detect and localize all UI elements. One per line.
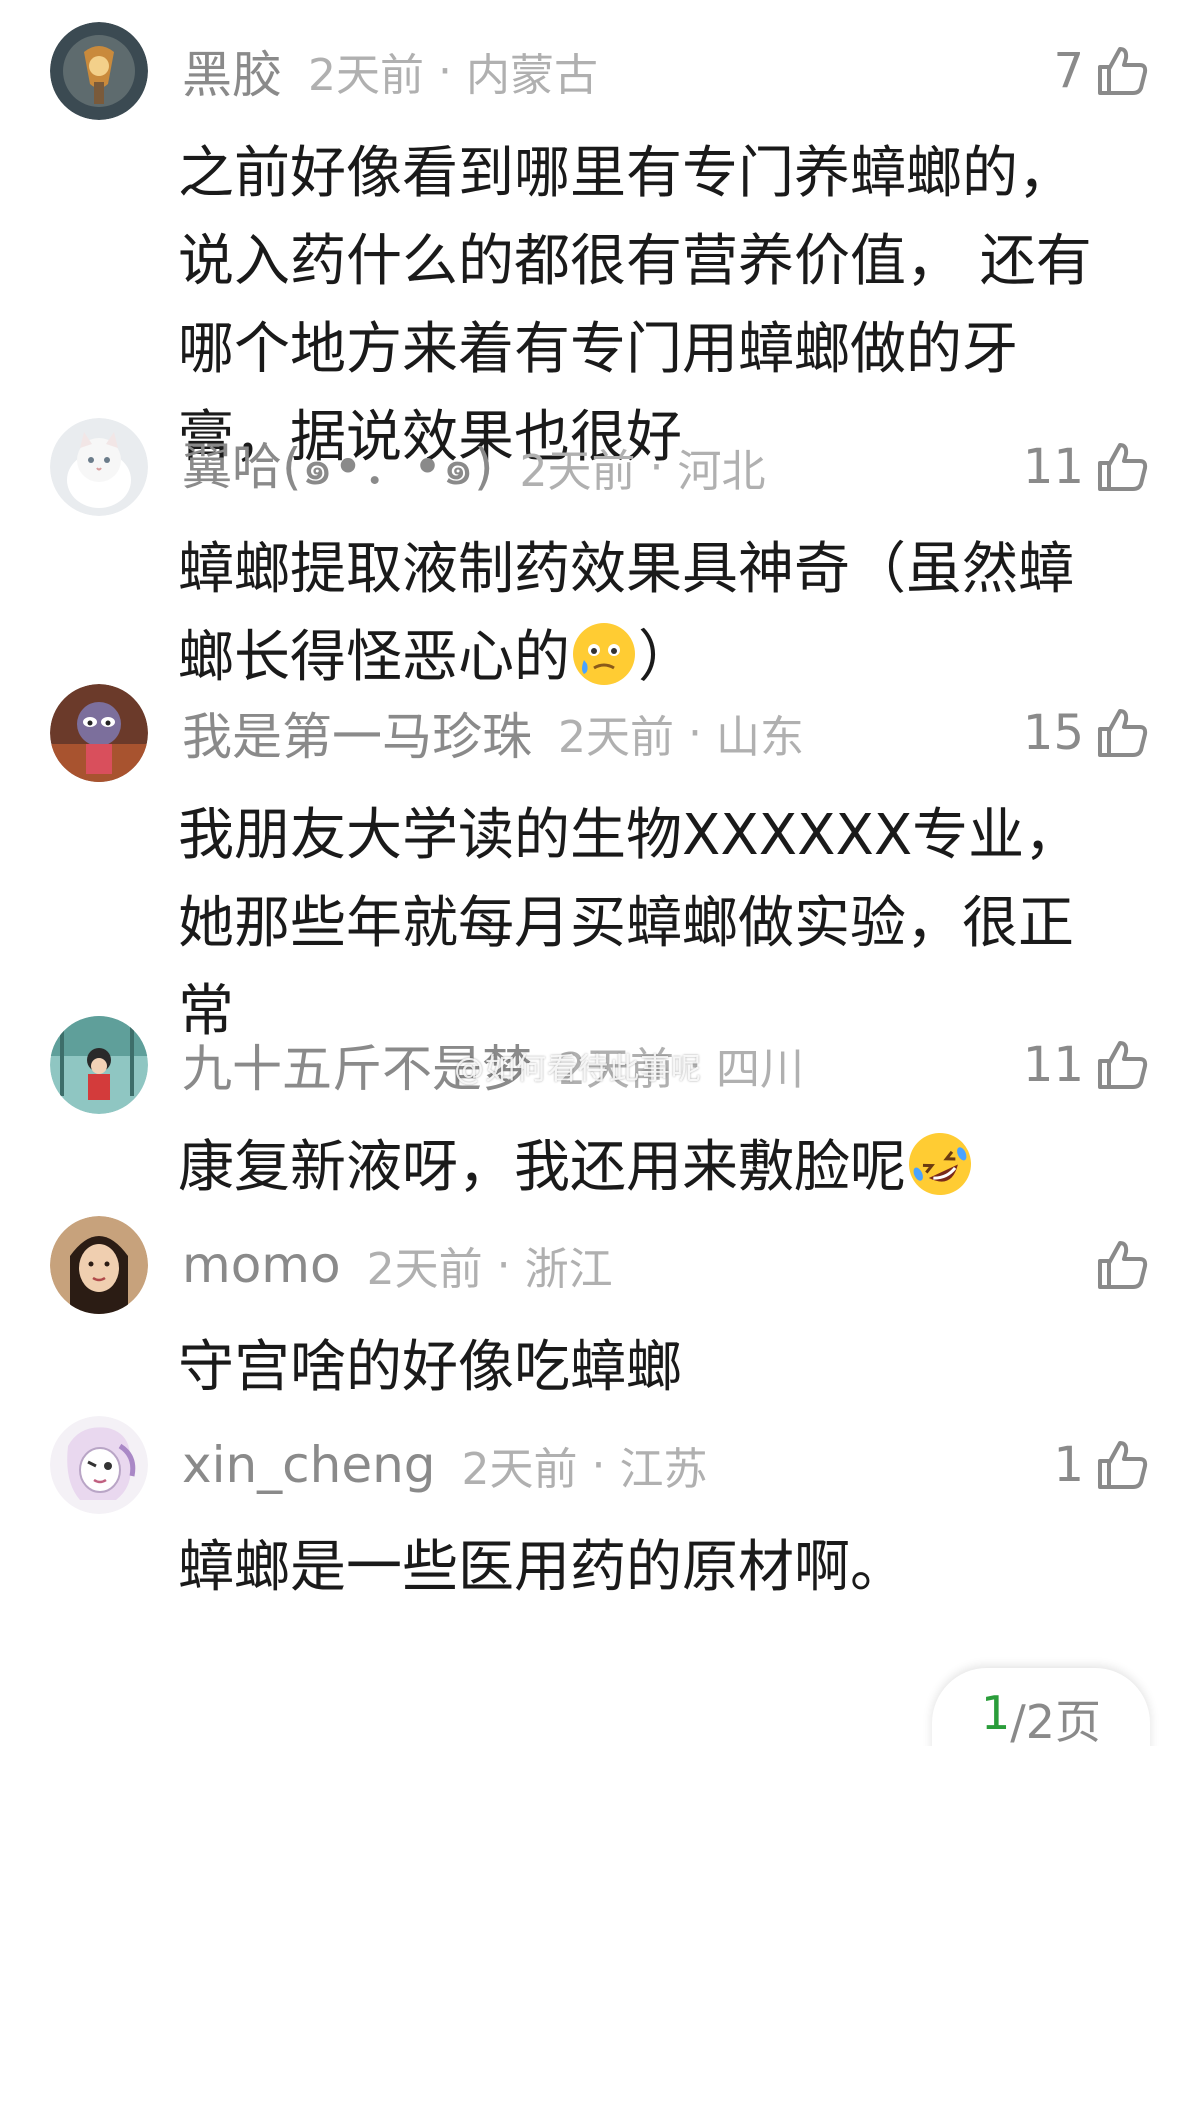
like-count: 11 — [1022, 439, 1084, 495]
comment-location: 内蒙古 — [466, 50, 598, 101]
avatar-image — [50, 22, 148, 120]
avatar[interactable] — [50, 1416, 148, 1514]
comment-location: 河北 — [677, 446, 766, 497]
avatar[interactable] — [50, 1216, 148, 1314]
comment-location: 江苏 — [619, 1444, 708, 1495]
like-button[interactable]: 7 — [1053, 22, 1150, 120]
comment-text: 守宫啥的好像吃蟑螂 — [178, 1335, 682, 1400]
avatar[interactable] — [50, 684, 148, 782]
like-button[interactable] — [1084, 1216, 1150, 1314]
rolling-laughing-emoji — [906, 1130, 974, 1198]
thumbs-up-icon — [1094, 43, 1150, 99]
page-total: /2页 — [1010, 1695, 1102, 1749]
avatar-image — [50, 1016, 148, 1114]
comment-meta: xin_cheng 2天前 · 江苏 — [182, 1416, 708, 1514]
avatar-image — [50, 684, 148, 782]
meta-separator: · — [591, 1439, 606, 1491]
comment-location: 浙江 — [524, 1244, 613, 1295]
comment-meta: 翼哈(๑•．•๑) 2天前 · 河北 — [182, 418, 765, 516]
comment-meta: 我是第一马珍珠 2天前 · 山东 — [182, 684, 804, 782]
thumbs-up-icon — [1094, 1037, 1150, 1093]
comment-time: 2天前 — [308, 50, 424, 101]
pager-bottom-fade — [920, 1746, 1160, 1786]
comment-location: 四川 — [716, 1044, 804, 1095]
comment-location: 山东 — [716, 712, 804, 763]
avatar[interactable] — [50, 418, 148, 516]
meta-separator: · — [438, 45, 452, 97]
avatar[interactable] — [50, 1016, 148, 1114]
comment-time: 2天前 — [558, 712, 674, 763]
comment-text: 蟑螂提取液制药效果具神奇（虽然蟑螂长得怪恶心的） — [178, 526, 1118, 702]
like-button[interactable]: 11 — [1023, 1016, 1150, 1114]
meta-separator: · — [649, 441, 664, 493]
watermark: @如何看待此事呢 — [454, 1052, 702, 1087]
thumbs-up-icon — [1094, 439, 1150, 495]
thumbs-up-icon — [1094, 1237, 1150, 1293]
page-current: 1 — [980, 1686, 1011, 1740]
avatar-image — [50, 1216, 148, 1314]
username[interactable]: 翼哈(๑•．•๑) — [182, 427, 493, 507]
like-count: 15 — [1022, 705, 1084, 761]
comment-text: 蟑螂是一些医用药的原材啊。 — [178, 1535, 906, 1600]
comment-text: 康复新液呀，我还用来敷脸呢 — [178, 1124, 1118, 1212]
meta-separator: · — [496, 1239, 511, 1291]
thumbs-up-icon — [1094, 1437, 1150, 1493]
username[interactable]: 我是第一马珍珠 — [182, 697, 532, 769]
comment-text-tail: ） — [638, 625, 694, 690]
sweat-face-emoji — [570, 620, 638, 688]
thumbs-up-icon — [1094, 705, 1150, 761]
like-button[interactable]: 1 — [1053, 1416, 1150, 1514]
like-count: 7 — [1053, 43, 1084, 99]
comment-time: 2天前 — [461, 1444, 578, 1495]
comment-meta: momo 2天前 · 浙江 — [182, 1216, 613, 1314]
avatar-image — [50, 1416, 148, 1514]
like-button[interactable]: 11 — [1023, 418, 1150, 516]
avatar[interactable] — [50, 22, 148, 120]
like-count: 1 — [1053, 1437, 1084, 1493]
like-button[interactable]: 15 — [1023, 684, 1150, 782]
like-count: 11 — [1022, 1037, 1084, 1093]
avatar-image — [50, 418, 148, 516]
comment-time: 2天前 — [519, 446, 636, 497]
username[interactable]: momo — [182, 1236, 341, 1294]
comment-time: 2天前 — [366, 1244, 483, 1295]
username[interactable]: xin_cheng — [182, 1436, 436, 1494]
comment-meta: 黑胶 2天前 · 内蒙古 — [182, 22, 598, 120]
meta-separator: · — [688, 707, 702, 759]
username[interactable]: 黑胶 — [182, 35, 282, 107]
comment-text-main: 康复新液呀，我还用来敷脸呢 — [178, 1135, 906, 1200]
